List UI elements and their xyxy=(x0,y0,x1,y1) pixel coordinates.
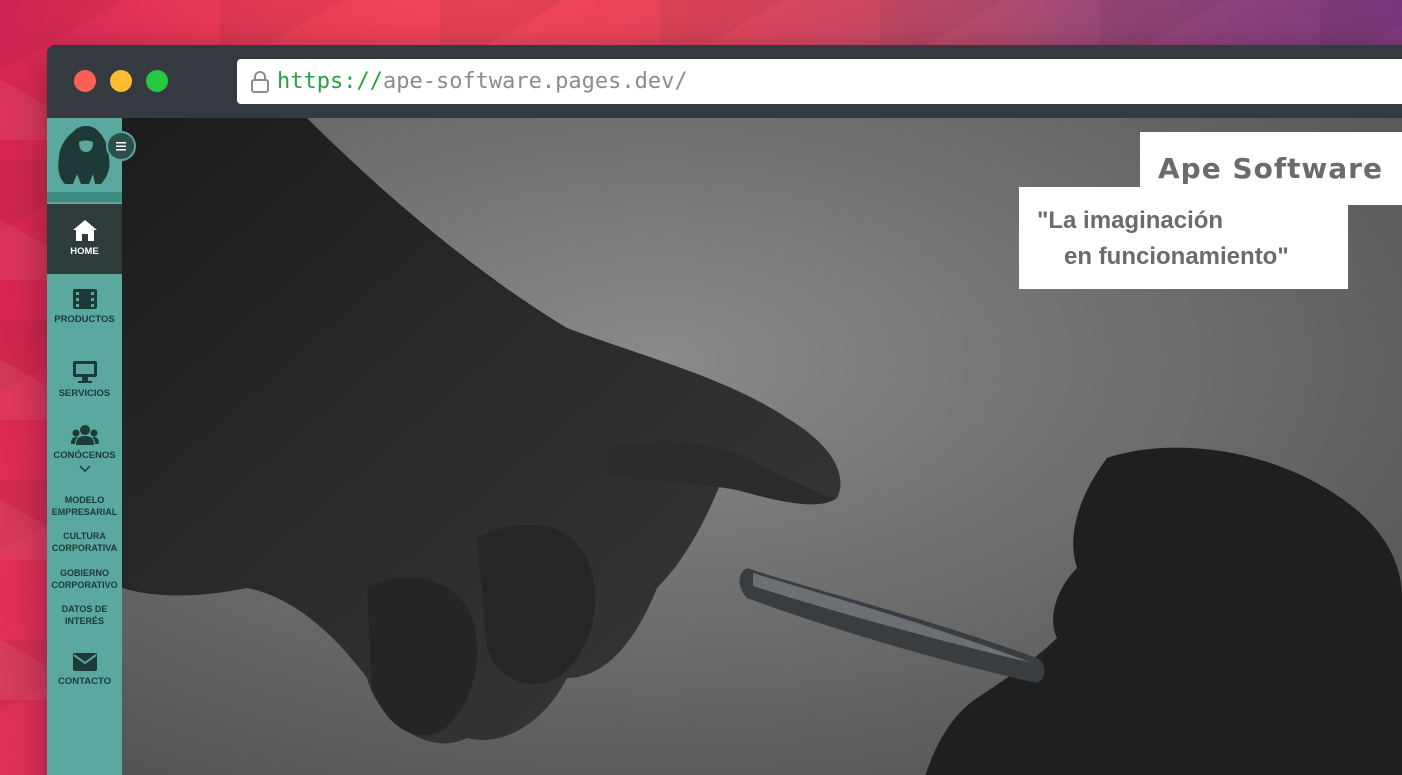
tagline-box: "La imaginación en funcionamiento" xyxy=(1019,187,1348,289)
tagline-line-2: en funcionamiento" xyxy=(1064,243,1289,270)
submenu-line: EMPRESARIAL xyxy=(51,507,118,517)
minimize-dot[interactable] xyxy=(110,70,132,92)
sidebar-item-servicios[interactable]: SERVICIOS xyxy=(47,360,122,420)
sidebar-item-conocenos[interactable]: CONÓCENOS xyxy=(47,424,122,486)
submenu-item-gobierno-corporativo[interactable]: GOBIERNO CORPORATIVO xyxy=(47,567,122,591)
film-icon xyxy=(72,289,97,309)
close-dot[interactable] xyxy=(74,70,96,92)
url-scheme: https:// xyxy=(277,69,383,94)
submenu-line: CULTURA xyxy=(63,531,106,541)
maximize-dot[interactable] xyxy=(146,70,168,92)
sidebar-item-label: CONÓCENOS xyxy=(53,450,116,461)
users-icon xyxy=(70,425,99,445)
sidebar-item-label: HOME xyxy=(70,246,99,257)
page-viewport: HOME PRODUCTOS SERVICIOS CONÓCENOS MODEL… xyxy=(47,118,1402,775)
envelope-icon xyxy=(72,653,97,671)
menu-toggle-button[interactable] xyxy=(106,131,136,161)
submenu-line: MODELO xyxy=(64,495,105,505)
sidebar-item-contacto[interactable]: CONTACTO xyxy=(47,652,122,712)
submenu-line: INTERÉS xyxy=(64,616,104,626)
home-icon xyxy=(72,220,97,241)
submenu-line: CORPORATIVO xyxy=(51,580,118,590)
gorilla-logo-icon xyxy=(58,126,110,184)
submenu-line: GOBIERNO xyxy=(59,568,109,578)
logo-divider xyxy=(47,192,122,202)
browser-window: https://ape-software.pages.dev/ HOME PRO… xyxy=(47,45,1402,775)
monitor-icon xyxy=(72,361,97,383)
brand-title: Ape Software xyxy=(1158,152,1383,185)
submenu-item-cultura-corporativa[interactable]: CULTURA CORPORATIVA xyxy=(47,530,122,554)
address-bar[interactable]: https://ape-software.pages.dev/ xyxy=(237,59,1402,104)
submenu-item-datos-de-interes[interactable]: DATOS DE INTERÉS xyxy=(47,603,122,627)
submenu-item-modelo-empresarial[interactable]: MODELO EMPRESARIAL xyxy=(47,494,122,518)
tagline: "La imaginación en funcionamiento" xyxy=(1037,203,1348,275)
sidebar-item-home[interactable]: HOME xyxy=(47,204,122,274)
submenu-line: CORPORATIVA xyxy=(51,543,118,553)
sidebar-item-label: SERVICIOS xyxy=(58,388,111,399)
tagline-line-1: "La imaginación xyxy=(1037,207,1224,234)
browser-titlebar: https://ape-software.pages.dev/ xyxy=(47,45,1402,118)
sidebar-item-label: CONTACTO xyxy=(58,676,111,687)
chevron-down-icon xyxy=(78,465,91,473)
sidebar: HOME PRODUCTOS SERVICIOS CONÓCENOS MODEL… xyxy=(47,118,122,775)
submenu-line: DATOS DE xyxy=(61,604,108,614)
sidebar-item-label: PRODUCTOS xyxy=(54,314,115,325)
menu-icon xyxy=(116,142,126,151)
url-host: ape-software.pages.dev/ xyxy=(382,69,688,94)
lock-icon xyxy=(251,70,269,93)
sidebar-item-productos[interactable]: PRODUCTOS xyxy=(47,288,122,348)
